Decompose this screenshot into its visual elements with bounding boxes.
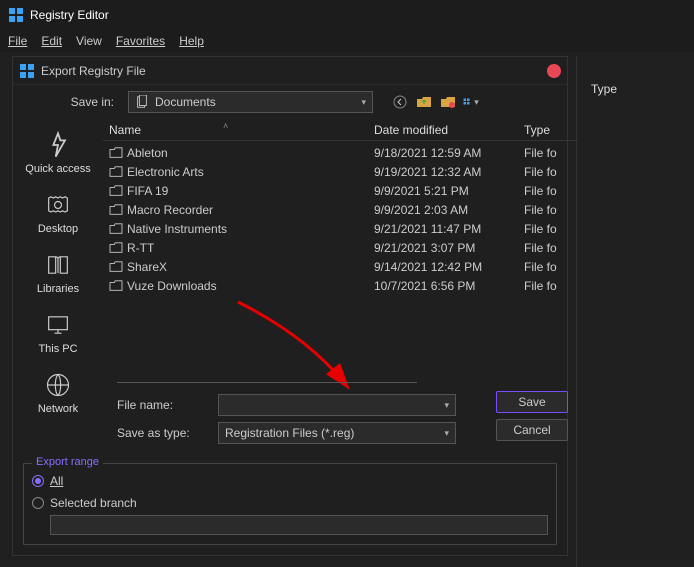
cancel-button[interactable]: Cancel [496,419,568,441]
place-quick-access[interactable]: Quick access [13,125,103,181]
table-row[interactable]: ShareX9/14/2021 12:42 PMFile fo [103,257,578,276]
dialog-title: Export Registry File [41,64,146,78]
save-button[interactable]: Save [496,391,568,413]
table-row[interactable]: Macro Recorder9/9/2021 2:03 AMFile fo [103,200,578,219]
export-dialog: Export Registry File Save in: Documents … [12,56,568,556]
menu-view[interactable]: View [76,34,102,48]
sort-asc-icon: ˄ [223,121,228,131]
file-name-label: File name: [113,398,208,412]
folder-icon [109,242,123,254]
folder-icon [109,147,123,159]
menu-edit[interactable]: Edit [41,34,62,48]
save-as-type-select[interactable]: Registration Files (*.reg) ▾ [218,422,456,444]
col-type[interactable]: Type [518,123,578,137]
folder-icon [109,280,123,292]
radio-selected-branch[interactable]: Selected branch [32,492,548,514]
chevron-down-icon: ▾ [444,400,449,411]
places-bar: Quick access Desktop Libraries This PC N… [13,119,103,457]
folder-icon [109,185,123,197]
file-list: Ableton9/18/2021 12:59 AMFile foElectron… [103,141,578,297]
radio-icon [32,475,44,487]
place-libraries[interactable]: Libraries [13,245,103,301]
new-folder-icon[interactable] [439,93,457,111]
table-row[interactable]: Native Instruments9/21/2021 11:47 PMFile… [103,219,578,238]
radio-all[interactable]: All [32,470,548,492]
close-icon[interactable] [547,64,561,78]
views-icon[interactable]: ▾ [463,93,481,111]
quick-access-icon [44,131,72,159]
right-col-type[interactable]: Type [591,82,684,96]
this-pc-icon [44,311,72,339]
export-range-group: Export range All Selected branch [23,463,557,545]
table-row[interactable]: FIFA 199/9/2021 5:21 PMFile fo [103,181,578,200]
col-date[interactable]: Date modified [368,123,518,137]
place-network[interactable]: Network [13,365,103,421]
menubar: File Edit View Favorites Help [0,30,694,52]
radio-icon [32,497,44,509]
menu-file[interactable]: File [8,34,27,48]
libraries-icon [44,251,72,279]
selected-branch-input[interactable] [50,515,548,535]
folder-icon [109,204,123,216]
folder-icon [109,223,123,235]
right-panel: Type [576,56,694,567]
annotation-arrow [218,297,368,417]
folder-icon [109,166,123,178]
place-this-pc[interactable]: This PC [13,305,103,361]
table-row[interactable]: Electronic Arts9/19/2021 12:32 AMFile fo [103,162,578,181]
file-pane: Name˄ Date modified Type Ableton9/18/202… [103,119,578,457]
app-icon [8,7,24,23]
export-range-legend: Export range [32,456,103,468]
network-icon [44,371,72,399]
save-in-select[interactable]: Documents ▾ [128,91,373,113]
chevron-down-icon: ▾ [361,97,366,108]
chevron-down-icon: ▾ [444,428,449,439]
dialog-header: Export Registry File [13,57,567,85]
menu-favorites[interactable]: Favorites [116,34,165,48]
desktop-icon [44,191,72,219]
save-as-type-label: Save as type: [113,426,208,440]
save-in-label: Save in: [23,95,118,109]
table-row[interactable]: R-TT9/21/2021 3:07 PMFile fo [103,238,578,257]
folder-icon [109,261,123,273]
menu-help[interactable]: Help [179,34,204,48]
up-folder-icon[interactable] [415,93,433,111]
titlebar: Registry Editor [0,0,694,30]
table-row[interactable]: Ableton9/18/2021 12:59 AMFile fo [103,143,578,162]
dialog-icon [19,63,35,79]
col-name[interactable]: Name˄ [103,123,368,137]
back-icon[interactable] [391,93,409,111]
app-title: Registry Editor [30,8,109,22]
table-row[interactable]: Vuze Downloads10/7/2021 6:56 PMFile fo [103,276,578,295]
column-headers: Name˄ Date modified Type [103,119,578,141]
documents-icon [135,95,149,109]
place-desktop[interactable]: Desktop [13,185,103,241]
